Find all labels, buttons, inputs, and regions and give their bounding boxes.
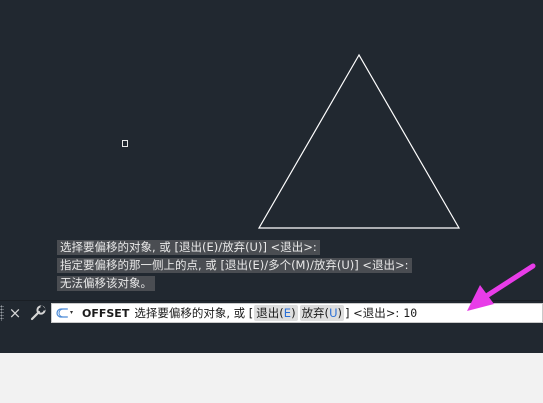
pickbox-cursor — [122, 140, 128, 147]
bottom-panel — [0, 353, 543, 403]
history-line: 指定要偏移的那一侧上的点, 或 [退出(E)/多个(M)/放弃(U)] <退出>… — [57, 258, 412, 273]
recent-commands-icon — [56, 308, 73, 318]
command-history: 选择要偏移的对象, 或 [退出(E)/放弃(U)] <退出>: 指定要偏移的那一… — [57, 240, 412, 291]
drawing-canvas[interactable]: 选择要偏移的对象, 或 [退出(E)/放弃(U)] <退出>: 指定要偏移的那一… — [0, 0, 543, 300]
typed-value: 10 — [403, 306, 418, 320]
recent-commands-button[interactable] — [56, 307, 76, 319]
option-exit[interactable]: 退出(E) — [254, 305, 298, 321]
history-line: 选择要偏移的对象, 或 [退出(E)/放弃(U)] <退出>: — [57, 240, 320, 255]
wrench-icon[interactable] — [29, 304, 47, 322]
triangle-shape[interactable] — [257, 53, 461, 229]
drag-handle[interactable] — [0, 305, 4, 321]
close-icon[interactable]: × — [8, 303, 22, 323]
command-line-bar: × OFFSET 选择要偏移的对象, 或 [ 退出(E) 放弃(U) ] <退出… — [0, 300, 543, 325]
command-name: OFFSET — [82, 306, 130, 320]
history-line: 无法偏移该对象。 — [57, 276, 155, 291]
command-input[interactable]: OFFSET 选择要偏移的对象, 或 [ 退出(E) 放弃(U) ] <退出>:… — [51, 303, 543, 323]
canvas-strip — [0, 325, 543, 353]
option-undo[interactable]: 放弃(U) — [299, 305, 344, 321]
prompt-default: ] <退出>: — [344, 306, 400, 320]
prompt-text: 选择要偏移的对象, 或 [ — [134, 306, 254, 320]
